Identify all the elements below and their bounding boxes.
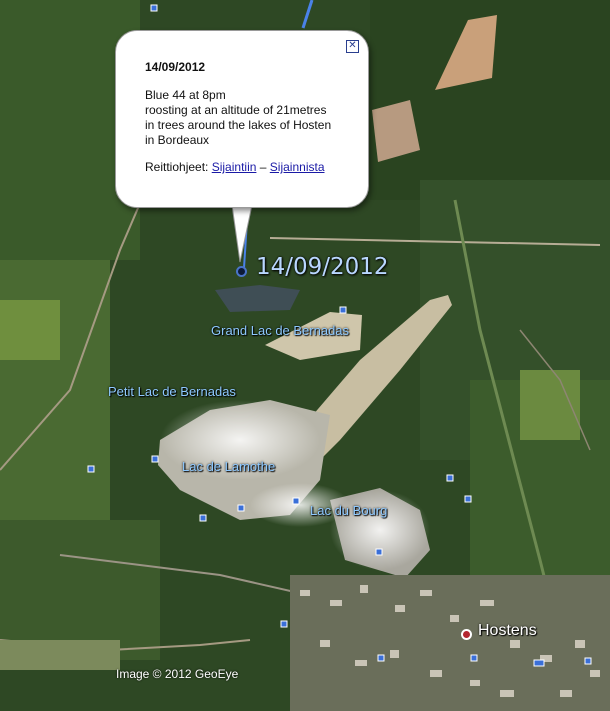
directions-row: Reittiohjeet: Sijaintiin – Sijainnista bbox=[145, 160, 368, 174]
directions-separator: – bbox=[259, 160, 267, 174]
lake-label-bourg[interactable]: Lac du Bourg bbox=[310, 503, 387, 518]
lake-label-lamothe[interactable]: Lac de Lamothe bbox=[182, 459, 275, 474]
directions-from-link[interactable]: Sijainnista bbox=[270, 160, 325, 174]
lake-label-petit-bernadas[interactable]: Petit Lac de Bernadas bbox=[108, 384, 236, 399]
lake-label-grand-bernadas[interactable]: Grand Lac de Bernadas bbox=[211, 323, 349, 338]
directions-to-link[interactable]: Sijaintiin bbox=[212, 160, 257, 174]
imagery-copyright: Image © 2012 GeoEye bbox=[116, 667, 239, 681]
close-icon[interactable]: ✕ bbox=[346, 40, 359, 53]
track-point-label[interactable]: 14/09/2012 bbox=[256, 254, 389, 280]
map-view[interactable]: 14/09/2012 Grand Lac de Bernadas Petit L… bbox=[0, 0, 610, 711]
info-popup: ✕ 14/09/2012 Blue 44 at 8pm roosting at … bbox=[115, 30, 369, 208]
directions-prefix: Reittiohjeet: bbox=[145, 160, 209, 174]
track-point-marker[interactable] bbox=[236, 266, 247, 277]
town-marker[interactable] bbox=[461, 629, 472, 640]
town-label[interactable]: Hostens bbox=[478, 622, 537, 640]
popup-description: Blue 44 at 8pm roosting at an altitude o… bbox=[145, 88, 332, 147]
popup-title: 14/09/2012 bbox=[145, 60, 206, 74]
